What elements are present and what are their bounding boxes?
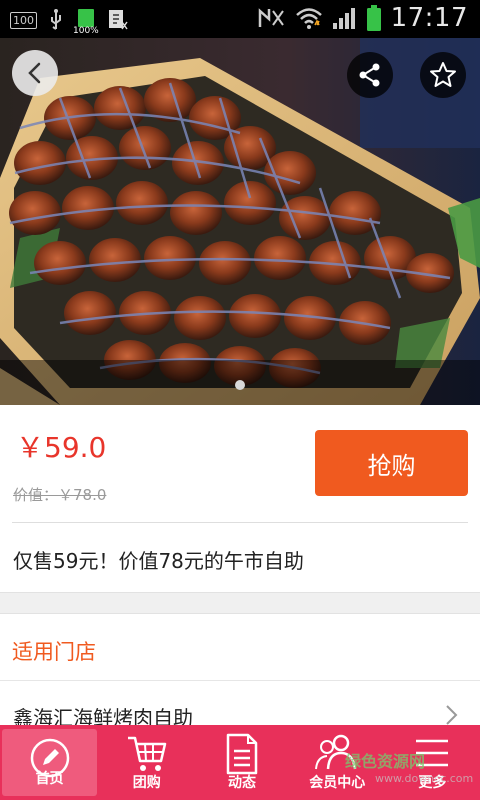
product-image[interactable] (0, 38, 480, 405)
wifi-icon (295, 8, 322, 29)
clock: 17:17 (390, 3, 468, 33)
divider (12, 522, 468, 523)
nav-label: 团购 (132, 775, 161, 791)
no-sim-icon (258, 8, 284, 27)
battery-icon (366, 5, 381, 31)
document-icon (226, 733, 258, 775)
status-bar: 100 100% 17:17 (0, 0, 480, 38)
favorite-button[interactable] (420, 52, 466, 98)
cart-icon (127, 736, 167, 771)
pencil-icon (30, 738, 69, 778)
product-description: 仅售59元！价值78元的午市自助 (13, 549, 304, 573)
nav-label: 动态 (228, 775, 256, 791)
crab-boat-photo (0, 38, 480, 405)
watermark: 绿色资源网 (345, 752, 426, 771)
notification-box: 100 (10, 11, 37, 29)
current-price: ￥59.0 (16, 431, 107, 464)
nav-news[interactable]: 动态 (194, 725, 289, 800)
chevron-right-icon (446, 705, 458, 725)
battery-small-icon: 100% (73, 6, 99, 36)
usb-icon (51, 9, 61, 30)
section-separator (0, 592, 480, 614)
share-icon (359, 63, 380, 87)
divider (0, 680, 480, 681)
watermark-url: www.downcc.com (375, 772, 474, 785)
chevron-left-icon (28, 62, 41, 84)
star-icon (430, 62, 456, 87)
back-button[interactable] (12, 50, 58, 96)
carousel-indicator (235, 380, 245, 390)
nav-group-buy[interactable]: 团购 (99, 725, 194, 800)
share-button[interactable] (347, 52, 393, 98)
nav-home[interactable]: 首页 (2, 729, 98, 796)
stores-title: 适用门店 (12, 640, 96, 664)
original-price: 价值：￥78.0 (13, 486, 107, 504)
doc-icon (109, 10, 128, 30)
signal-icon (332, 8, 355, 29)
nav-label: 会员中心 (309, 775, 366, 791)
buy-button[interactable]: 抢购 (315, 430, 468, 496)
